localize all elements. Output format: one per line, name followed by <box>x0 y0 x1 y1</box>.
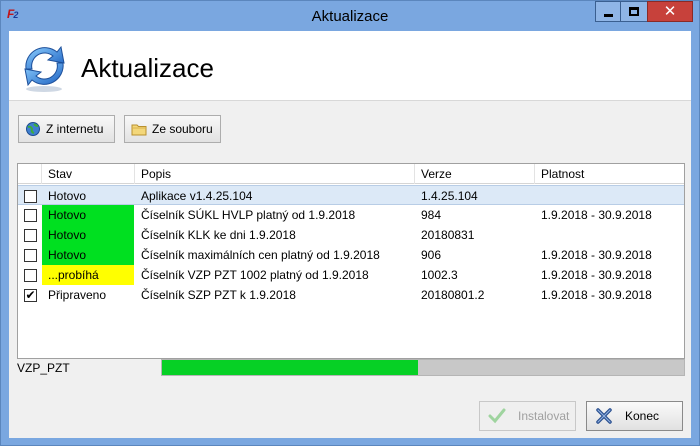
from-internet-button[interactable]: Z internetu <box>18 115 115 143</box>
row-checkbox-cell: ✔ <box>18 285 42 305</box>
progress-label: VZP_PZT <box>17 361 70 375</box>
header-popis[interactable]: Popis <box>135 164 415 184</box>
header-verze[interactable]: Verze <box>415 164 535 184</box>
status-cell: Hotovo <box>48 189 87 203</box>
folder-icon <box>131 124 147 136</box>
maximize-icon <box>629 7 639 16</box>
validity-cell: 1.9.2018 - 30.9.2018 <box>541 208 652 222</box>
globe-icon <box>26 122 40 136</box>
status-cell: Hotovo <box>42 245 134 265</box>
row-checkbox-cell <box>18 225 42 245</box>
description-cell: Číselník KLK ke dni 1.9.2018 <box>141 228 296 242</box>
description-cell: Číselník VZP PZT 1002 platný od 1.9.2018 <box>141 268 369 282</box>
row-checkbox[interactable]: ✔ <box>24 289 37 302</box>
progress-bar <box>161 359 685 376</box>
table-row[interactable]: Hotovo Číselník maximálních cen platný od… <box>18 245 684 265</box>
page-title: Aktualizace <box>81 53 214 83</box>
close-window-button[interactable]: ✕ <box>647 1 693 22</box>
header-stav[interactable]: Stav <box>42 164 135 184</box>
validity-cell <box>535 186 684 206</box>
status-cell: Hotovo <box>42 205 134 225</box>
row-checkbox-cell <box>18 265 42 285</box>
table-row[interactable]: Hotovo Číselník KLK ke dni 1.9.2018 201808… <box>18 225 684 245</box>
client-area: Aktualizace Z internetu Ze souboru Stav … <box>9 31 691 438</box>
table-row[interactable]: Hotovo Aplikace v1.4.25.104 1.4.25.104 <box>18 185 684 205</box>
updates-table: Stav Popis Verze Platnost Hotovo Aplikace… <box>17 163 685 359</box>
cross-icon <box>596 408 612 424</box>
version-cell: 20180831 <box>421 228 475 242</box>
close-icon: ✕ <box>663 3 677 20</box>
minimize-icon <box>603 14 613 17</box>
version-cell: 984 <box>421 208 442 222</box>
from-file-label: Ze souboru <box>152 122 213 136</box>
exit-label: Konec <box>625 409 660 423</box>
validity-cell: 1.9.2018 - 30.9.2018 <box>541 268 652 282</box>
validity-cell <box>535 225 684 245</box>
row-checkbox[interactable] <box>24 190 37 203</box>
row-checkbox-cell <box>18 245 42 265</box>
row-checkbox[interactable] <box>24 209 37 222</box>
version-cell: 906 <box>421 248 442 262</box>
from-internet-label: Z internetu <box>46 122 104 136</box>
header-platnost[interactable]: Platnost <box>535 164 684 184</box>
description-cell: Číselník SÚKL HVLP platný od 1.9.2018 <box>141 208 356 222</box>
from-file-button[interactable]: Ze souboru <box>124 115 221 143</box>
table-row[interactable]: Hotovo Číselník SÚKL HVLP platný od 1.9.2… <box>18 205 684 225</box>
progress-fill <box>162 360 418 375</box>
title-bar[interactable]: F2 Aktualizace ✕ <box>1 1 699 31</box>
description-cell: Aplikace v1.4.25.104 <box>141 189 253 203</box>
row-checkbox[interactable] <box>24 229 37 242</box>
header-check-column <box>18 164 42 184</box>
table-header: Stav Popis Verze Platnost <box>18 164 684 184</box>
description-cell: Číselník maximálních cen platný od 1.9.2… <box>141 248 380 262</box>
maximize-button[interactable] <box>620 1 648 22</box>
refresh-arrows-icon <box>24 45 65 92</box>
version-cell: 1002.3 <box>421 268 458 282</box>
table-row[interactable]: ...probíhá Číselník VZP PZT 1002 platný o… <box>18 265 684 285</box>
validity-cell: 1.9.2018 - 30.9.2018 <box>541 248 652 262</box>
install-label: Instalovat <box>518 409 570 423</box>
dialog-header: Aktualizace <box>9 31 691 101</box>
status-cell: Hotovo <box>42 225 134 245</box>
update-window: F2 Aktualizace ✕ Aktualizace Z internetu… <box>0 0 700 446</box>
row-checkbox[interactable] <box>24 249 37 262</box>
status-cell: Připraveno <box>48 288 107 302</box>
validity-cell: 1.9.2018 - 30.9.2018 <box>541 288 652 302</box>
description-cell: Číselník SZP PZT k 1.9.2018 <box>141 288 296 302</box>
row-checkbox[interactable] <box>24 269 37 282</box>
minimize-button[interactable] <box>595 1 621 22</box>
checkmark-icon <box>488 408 506 424</box>
table-row[interactable]: ✔ Připraveno Číselník SZP PZT k 1.9.2018 20… <box>18 285 684 305</box>
row-checkbox-cell <box>18 205 42 225</box>
version-cell: 20180801.2 <box>421 288 485 302</box>
install-button[interactable]: Instalovat <box>479 401 576 431</box>
version-cell: 1.4.25.104 <box>421 189 478 203</box>
status-cell: ...probíhá <box>42 265 134 285</box>
row-checkbox-cell <box>18 186 42 206</box>
exit-button[interactable]: Konec <box>586 401 683 431</box>
